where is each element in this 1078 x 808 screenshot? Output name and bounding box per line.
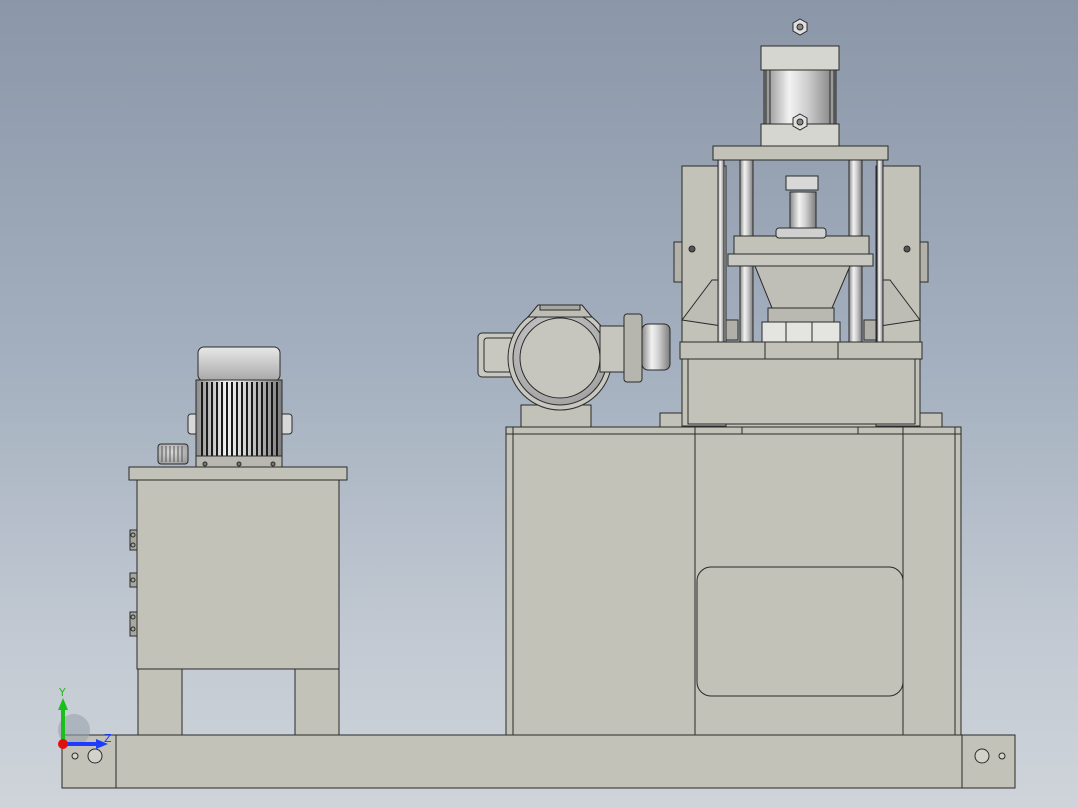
hydraulic-cylinder[interactable] [760,18,840,147]
triad-y-label: Y [59,686,66,699]
filler-cap [157,443,189,465]
lower-bed-plate [679,341,923,360]
punch-die [754,265,851,309]
electric-motor[interactable] [187,346,293,468]
machine-cabinet[interactable] [505,426,962,736]
tank-body [136,479,340,670]
tank-top-plate [128,466,348,481]
lower-block [687,357,916,425]
coordinate-triad: Y Z [52,684,122,754]
piston-rod [789,191,817,231]
cabinet-access-opening [696,566,904,697]
triad-z-label: Z [104,732,112,745]
graphics-viewport[interactable]: Y Z [0,0,1078,808]
hydraulic-tank[interactable] [128,443,348,736]
output-shaft-cover [641,323,671,371]
motor-fan-cover [197,346,281,382]
triad-x-axis-dot [58,739,68,749]
top-crosshead [712,145,889,161]
moving-platen [733,235,870,255]
base-frame[interactable] [61,734,1016,789]
die-block [761,321,841,343]
mount-hole-right [974,748,990,764]
output-flange [623,313,643,383]
tank-side-fittings [129,529,138,637]
cad-model-front-view[interactable] [0,0,1078,808]
gear-output-neck [599,325,627,373]
triad-y-arrowhead [58,698,68,710]
press-frame[interactable] [659,145,943,428]
gear-motor-assembly[interactable] [477,304,671,428]
cylinder-top-cap [760,45,840,71]
motor-body [195,379,283,459]
tank-leg-left [137,667,183,736]
tank-leg-right [294,667,340,736]
